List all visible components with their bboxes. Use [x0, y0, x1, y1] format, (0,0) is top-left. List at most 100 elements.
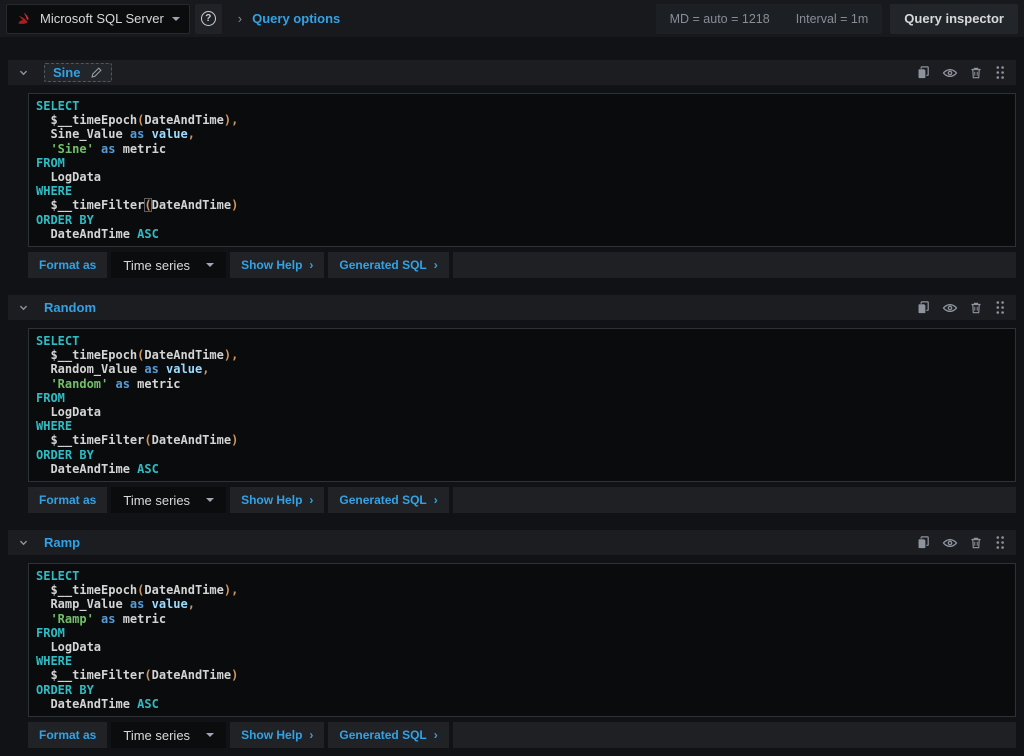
sql-code-line: LogData — [36, 170, 1008, 184]
duplicate-icon[interactable] — [916, 300, 931, 315]
format-select[interactable]: Time series — [111, 487, 226, 513]
query-inspector-button[interactable]: Query inspector — [890, 4, 1018, 34]
chevron-right-icon: › — [309, 258, 313, 272]
format-as-label: Format as — [28, 487, 107, 513]
trash-icon[interactable] — [969, 66, 983, 80]
sql-code-line: LogData — [36, 640, 1008, 654]
format-select-value: Time series — [123, 493, 190, 508]
drag-handle-icon[interactable] — [994, 65, 1006, 80]
sql-editor[interactable]: SELECT $__timeEpoch(DateAndTime), Random… — [28, 328, 1016, 482]
sql-code-line: $__timeEpoch(DateAndTime), — [36, 113, 1008, 127]
sql-code-line: ORDER BY — [36, 448, 1008, 462]
format-select-value: Time series — [123, 728, 190, 743]
query-section: Ramp SELECT $__timeEpoch(DateAndTime), Ra… — [8, 530, 1016, 748]
query-list: Sine SELECT $__timeEpoch(DateAndTime), Si… — [0, 37, 1024, 748]
sql-code-line: ORDER BY — [36, 213, 1008, 227]
eye-icon[interactable] — [942, 65, 958, 81]
query-name[interactable]: Random — [44, 300, 96, 315]
chevron-right-icon: › — [434, 258, 438, 272]
generated-sql-button[interactable]: Generated SQL › — [328, 487, 448, 513]
generated-sql-label: Generated SQL — [339, 728, 426, 742]
sql-code-line: Ramp_Value as value, — [36, 597, 1008, 611]
footer-filler — [453, 252, 1016, 278]
query-options-summary: MD = auto = 1218 Interval = 1m — [656, 4, 883, 34]
chevron-down-icon — [206, 498, 214, 502]
sql-code-line: $__timeFilter(DateAndTime) — [36, 198, 1008, 212]
sql-code-line: 'Ramp' as metric — [36, 612, 1008, 626]
interval-info: Interval = 1m — [796, 12, 869, 26]
sql-code-line: Random_Value as value, — [36, 362, 1008, 376]
query-name[interactable]: Ramp — [44, 535, 80, 550]
sql-editor[interactable]: SELECT $__timeEpoch(DateAndTime), Ramp_V… — [28, 563, 1016, 717]
sql-code-line: SELECT — [36, 99, 1008, 113]
sql-code-line: WHERE — [36, 419, 1008, 433]
sql-code-line: 'Sine' as metric — [36, 142, 1008, 156]
eye-icon[interactable] — [942, 535, 958, 551]
query-section: Sine SELECT $__timeEpoch(DateAndTime), Si… — [8, 60, 1016, 278]
sql-code-line: WHERE — [36, 184, 1008, 198]
show-help-button[interactable]: Show Help › — [230, 722, 324, 748]
generated-sql-button[interactable]: Generated SQL › — [328, 252, 448, 278]
query-section: Random SELECT $__timeEpoch(DateAndTime), … — [8, 295, 1016, 513]
format-select[interactable]: Time series — [111, 252, 226, 278]
sql-code-line: $__timeEpoch(DateAndTime), — [36, 348, 1008, 362]
sql-code-line: LogData — [36, 405, 1008, 419]
query-actions — [916, 300, 1006, 316]
chevron-down-icon — [172, 17, 180, 21]
drag-handle-icon[interactable] — [994, 300, 1006, 315]
duplicate-icon[interactable] — [916, 535, 931, 550]
footer-filler — [453, 487, 1016, 513]
max-datapoints-info: MD = auto = 1218 — [670, 12, 770, 26]
sql-code-line: SELECT — [36, 569, 1008, 583]
sql-code-line: DateAndTime ASC — [36, 462, 1008, 476]
chevron-down-icon — [206, 263, 214, 267]
show-help-button[interactable]: Show Help › — [230, 487, 324, 513]
footer-filler — [453, 722, 1016, 748]
collapse-chevron-icon[interactable] — [18, 537, 29, 548]
trash-icon[interactable] — [969, 536, 983, 550]
sql-code-line: FROM — [36, 156, 1008, 170]
eye-icon[interactable] — [942, 300, 958, 316]
sql-editor[interactable]: SELECT $__timeEpoch(DateAndTime), Sine_V… — [28, 93, 1016, 247]
collapse-chevron-icon[interactable] — [18, 67, 29, 78]
chevron-right-icon: › — [434, 728, 438, 742]
chevron-down-icon — [206, 733, 214, 737]
datasource-picker[interactable]: Microsoft SQL Server — [6, 4, 190, 34]
query-actions — [916, 535, 1006, 551]
format-as-label: Format as — [28, 252, 107, 278]
generated-sql-label: Generated SQL — [339, 258, 426, 272]
chevron-right-icon: › — [309, 493, 313, 507]
sql-code-line: 'Random' as metric — [36, 377, 1008, 391]
generated-sql-button[interactable]: Generated SQL › — [328, 722, 448, 748]
query-header: Ramp — [8, 530, 1016, 555]
trash-icon[interactable] — [969, 301, 983, 315]
collapse-chevron-icon[interactable] — [18, 302, 29, 313]
query-name-edit-box[interactable]: Sine — [44, 63, 112, 82]
format-as-label: Format as — [28, 722, 107, 748]
sql-code-line: Sine_Value as value, — [36, 127, 1008, 141]
drag-handle-icon[interactable] — [994, 535, 1006, 550]
show-help-label: Show Help — [241, 258, 302, 272]
sql-code-line: SELECT — [36, 334, 1008, 348]
sql-code-line: ORDER BY — [36, 683, 1008, 697]
sql-code-line: FROM — [36, 391, 1008, 405]
duplicate-icon[interactable] — [916, 65, 931, 80]
generated-sql-label: Generated SQL — [339, 493, 426, 507]
format-select[interactable]: Time series — [111, 722, 226, 748]
show-help-button[interactable]: Show Help › — [230, 252, 324, 278]
sql-code-line: WHERE — [36, 654, 1008, 668]
datasource-name: Microsoft SQL Server — [40, 11, 164, 26]
show-help-label: Show Help — [241, 493, 302, 507]
sql-code-line: DateAndTime ASC — [36, 697, 1008, 711]
show-help-label: Show Help — [241, 728, 302, 742]
sql-code-line: $__timeFilter(DateAndTime) — [36, 433, 1008, 447]
sql-server-logo-icon — [16, 11, 32, 27]
chevron-right-icon: › — [434, 493, 438, 507]
query-header: Sine — [8, 60, 1016, 85]
datasource-help-button[interactable]: ? — [195, 4, 222, 34]
sql-code-line: $__timeFilter(DateAndTime) — [36, 668, 1008, 682]
query-header: Random — [8, 295, 1016, 320]
format-select-value: Time series — [123, 258, 190, 273]
query-options-toggle[interactable]: Query options — [252, 11, 340, 26]
chevron-right-icon: › — [309, 728, 313, 742]
